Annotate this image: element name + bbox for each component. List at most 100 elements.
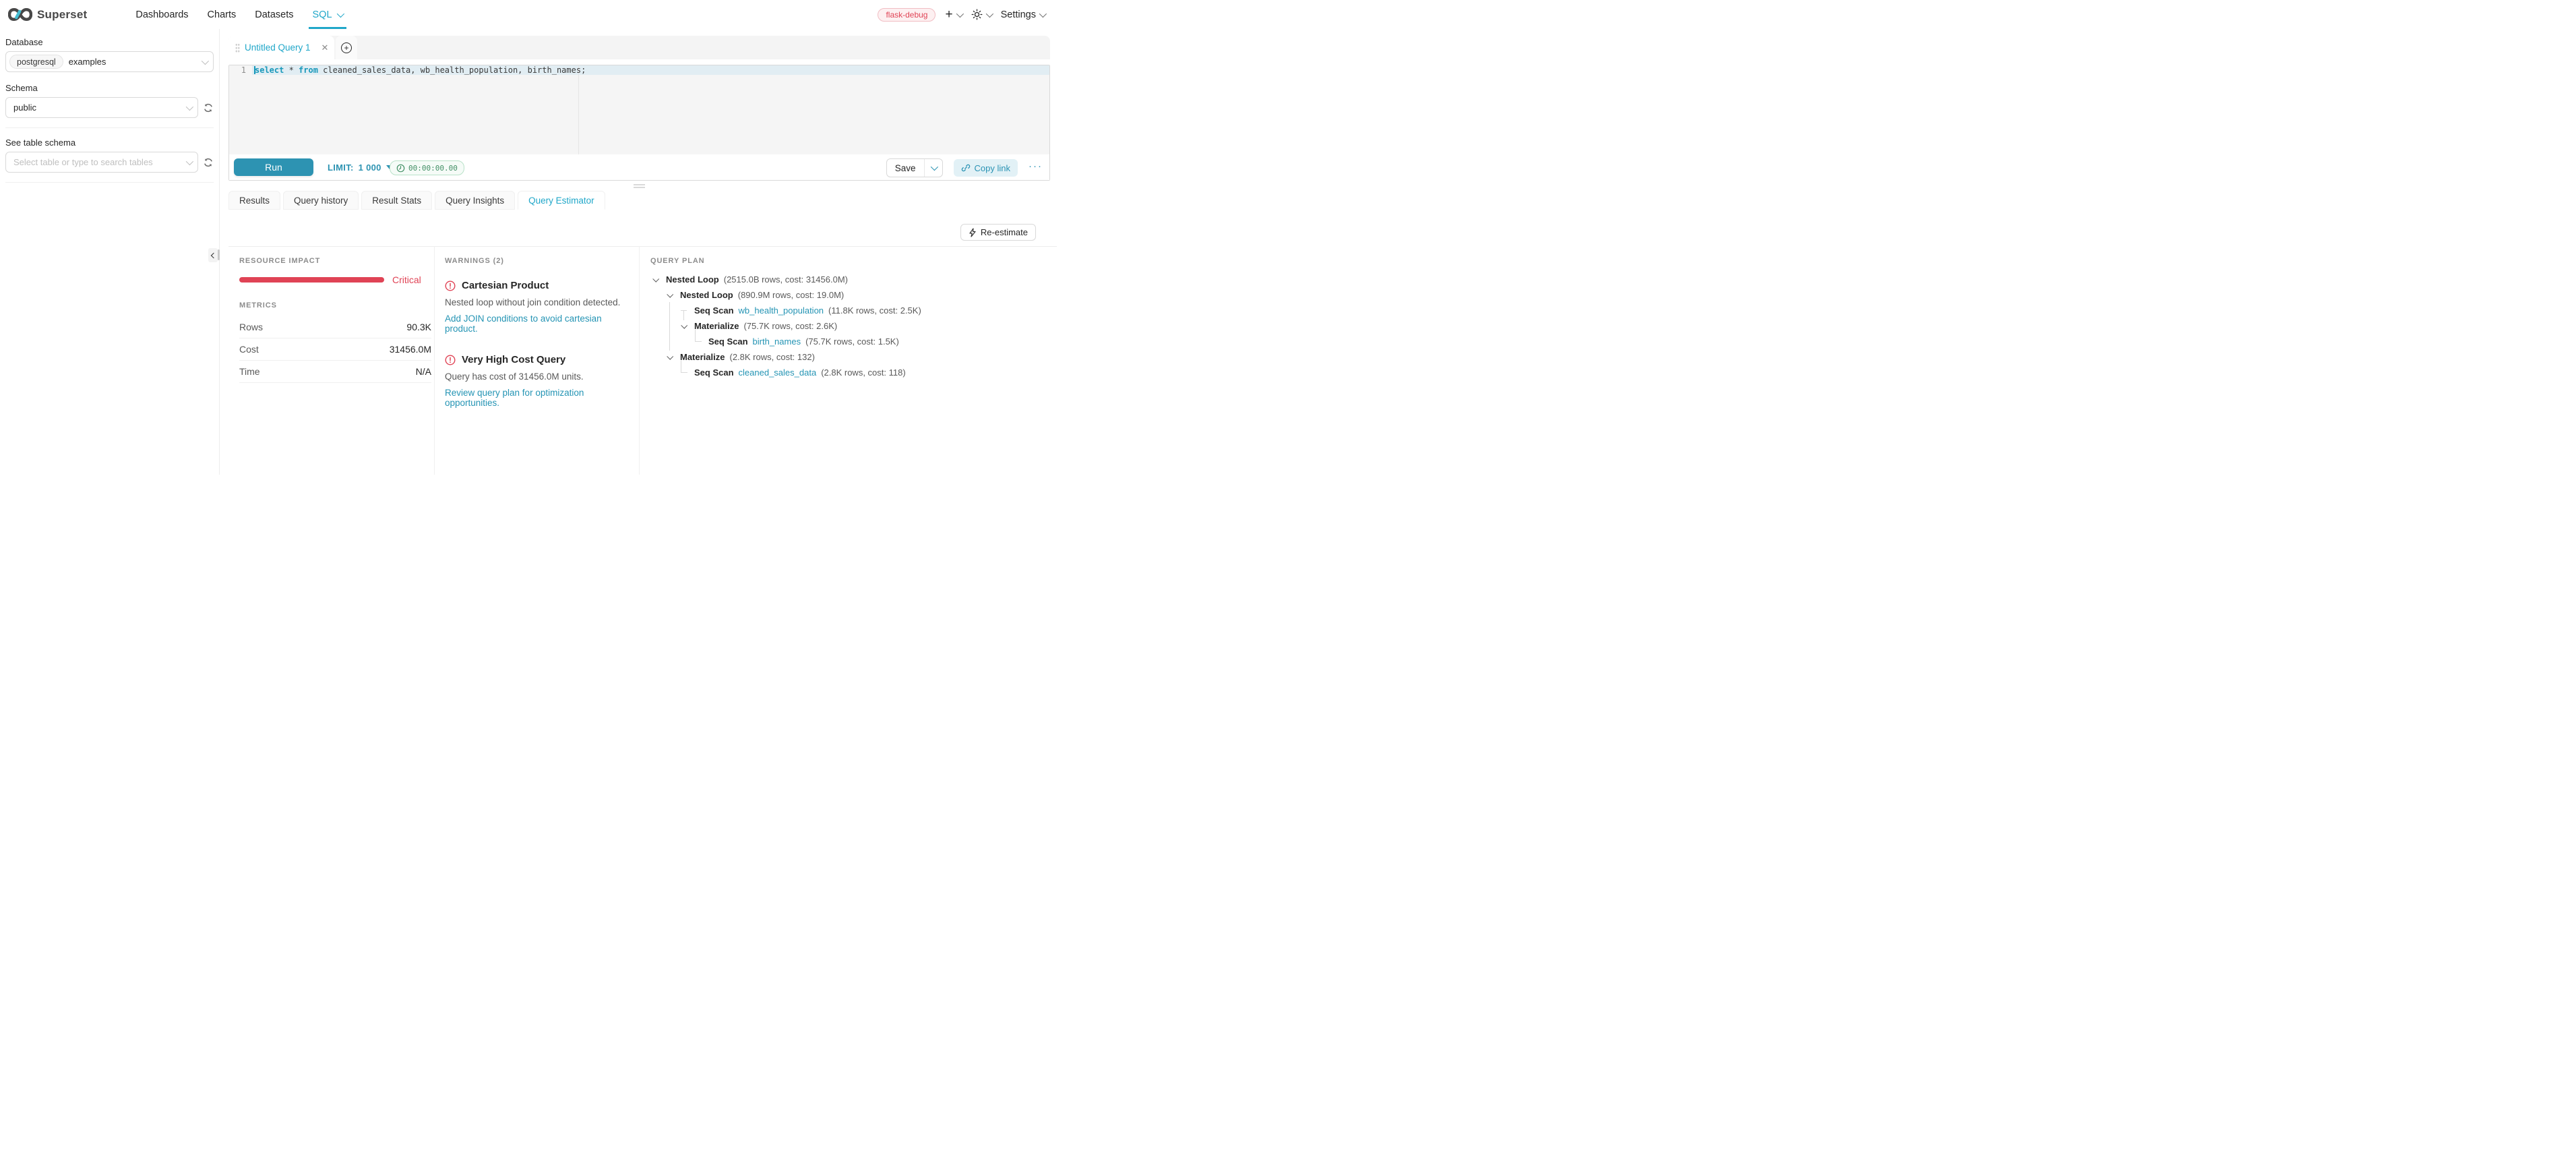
- nav-item-dashboards[interactable]: Dashboards: [126, 0, 197, 29]
- database-select[interactable]: postgresql examples: [5, 51, 214, 72]
- schema-select-value: public: [9, 102, 36, 113]
- plan-node: Seq Scan birth_names (75.7K rows, cost: …: [650, 334, 1057, 349]
- metric-label: Time: [239, 366, 260, 377]
- warning-icon: [445, 355, 456, 365]
- query-plan-heading: QUERY PLAN: [650, 257, 1057, 265]
- plan-table-link[interactable]: cleaned_sales_data: [739, 367, 817, 378]
- tab-query-history[interactable]: Query history: [283, 191, 359, 210]
- tree-connector-icon: [679, 305, 689, 316]
- chevron-down-icon: [1039, 9, 1047, 17]
- refresh-schemas-icon[interactable]: [203, 102, 214, 113]
- limit-value: 1 000: [359, 162, 381, 173]
- refresh-tables-icon[interactable]: [203, 157, 214, 168]
- metric-value: 90.3K: [406, 322, 431, 332]
- chevron-down-icon[interactable]: [650, 274, 661, 285]
- plan-meta: (890.9M rows, cost: 19.0M): [738, 290, 845, 300]
- resource-impact-heading: RESOURCE IMPACT: [239, 257, 431, 265]
- plan-meta: (2.8K rows, cost: 132): [729, 352, 814, 362]
- chevron-down-icon: [186, 102, 193, 110]
- chevron-down-icon[interactable]: [665, 290, 675, 300]
- save-button[interactable]: Save: [887, 159, 925, 177]
- drag-handle-icon[interactable]: [235, 43, 240, 53]
- query-tabstrip: Untitled Query 1 ✕ +: [228, 36, 1050, 59]
- query-estimator-panel: Re-estimate RESOURCE IMPACT Critical MET…: [220, 210, 1057, 475]
- plan-meta: (75.7K rows, cost: 1.5K): [805, 336, 899, 347]
- save-split-button[interactable]: Save: [886, 158, 943, 177]
- chevron-down-icon[interactable]: [679, 321, 689, 331]
- plan-operation: Nested Loop: [680, 290, 733, 300]
- navbar-right: flask-debug + Settings: [878, 8, 1057, 22]
- clock-icon: [396, 164, 405, 173]
- chevron-down-icon[interactable]: [665, 352, 675, 362]
- impact-level-label: Critical: [392, 274, 421, 285]
- pane-resize-handle[interactable]: [634, 184, 645, 189]
- warning-suggestion-link[interactable]: Review query plan for optimization oppor…: [445, 388, 630, 408]
- limit-label: LIMIT:: [328, 162, 354, 173]
- query-timer: 00:00:00.00: [390, 160, 464, 175]
- plan-operation: Seq Scan: [694, 367, 734, 378]
- plan-meta: (11.8K rows, cost: 2.5K): [828, 305, 921, 316]
- new-item-button[interactable]: +: [945, 8, 961, 21]
- chevron-down-icon: [202, 57, 209, 64]
- theme-toggle-button[interactable]: [971, 9, 991, 20]
- table-schema-label: See table schema: [5, 138, 214, 148]
- tab-query-estimator[interactable]: Query Estimator: [518, 191, 605, 210]
- close-icon[interactable]: ✕: [321, 43, 329, 52]
- reestimate-button[interactable]: Re-estimate: [960, 224, 1036, 241]
- line-number-gutter: 1: [229, 65, 252, 154]
- sidebar-divider: [5, 182, 214, 183]
- warning-suggestion-link[interactable]: Add JOIN conditions to avoid cartesian p…: [445, 314, 630, 334]
- schema-select[interactable]: public: [5, 97, 198, 118]
- database-label: Database: [5, 37, 214, 47]
- warning-description: Nested loop without join condition detec…: [445, 297, 630, 307]
- metric-value: 31456.0M: [390, 344, 431, 355]
- settings-menu[interactable]: Settings: [1001, 9, 1045, 20]
- save-options-button[interactable]: [925, 159, 942, 177]
- plan-operation: Seq Scan: [694, 305, 734, 316]
- resource-impact-column: RESOURCE IMPACT Critical METRICS Rows 90…: [239, 246, 431, 475]
- limit-dropdown[interactable]: LIMIT: 1 000: [328, 154, 393, 180]
- editor-toolbar: Run LIMIT: 1 000 00:00:00.00 Save: [229, 154, 1049, 180]
- tab-results[interactable]: Results: [228, 191, 280, 210]
- metric-row: Cost 31456.0M: [239, 338, 431, 361]
- plan-table-link[interactable]: birth_names: [753, 336, 801, 347]
- chevron-down-icon: [336, 9, 344, 17]
- query-tab[interactable]: Untitled Query 1 ✕: [228, 36, 334, 59]
- copy-link-label: Copy link: [975, 163, 1010, 173]
- environment-badge: flask-debug: [878, 8, 936, 22]
- tab-query-insights[interactable]: Query Insights: [435, 191, 515, 210]
- plan-meta: (2515.0B rows, cost: 31456.0M): [724, 274, 848, 285]
- add-query-tab-button[interactable]: +: [336, 36, 357, 59]
- sql-editor[interactable]: 1 select * from cleaned_sales_data, wb_h…: [229, 65, 1049, 155]
- collapse-drag-bar[interactable]: [218, 249, 220, 260]
- warning-title: Cartesian Product: [462, 280, 549, 291]
- metric-row: Time N/A: [239, 361, 431, 383]
- plan-table-link[interactable]: wb_health_population: [739, 305, 824, 316]
- nav-item-charts[interactable]: Charts: [198, 0, 246, 29]
- sqllab-sidebar: Database postgresql examples Schema publ…: [0, 29, 220, 475]
- nav-item-datasets[interactable]: Datasets: [245, 0, 303, 29]
- run-button[interactable]: Run: [234, 158, 313, 176]
- plan-node: Seq Scan cleaned_sales_data (2.8K rows, …: [650, 365, 1057, 380]
- copy-link-button[interactable]: Copy link: [954, 159, 1018, 177]
- nav-item-sql[interactable]: SQL: [303, 0, 352, 29]
- table-select[interactable]: Select table or type to search tables: [5, 152, 198, 173]
- chevron-down-icon: [186, 157, 193, 165]
- collapse-sidebar-button[interactable]: [208, 248, 218, 262]
- more-options-button[interactable]: ···: [1029, 161, 1043, 175]
- toolbar-right: Save Copy link ···: [886, 158, 1043, 177]
- sql-keyword: from: [299, 65, 318, 75]
- plan-node: Materialize (2.8K rows, cost: 132): [650, 349, 1057, 365]
- lightning-icon: [969, 228, 977, 237]
- tree-connector-icon: [693, 336, 703, 347]
- plan-node: Nested Loop (2515.0B rows, cost: 31456.0…: [650, 272, 1057, 287]
- nav-item-sql-label: SQL: [313, 9, 332, 20]
- nav-menu: Dashboards Charts Datasets SQL: [126, 0, 351, 29]
- superset-brand[interactable]: Superset: [8, 7, 87, 22]
- database-engine-tag: postgresql: [9, 55, 63, 69]
- chevron-down-icon: [956, 9, 963, 17]
- chevron-down-icon: [930, 163, 938, 171]
- navbar: Superset Dashboards Charts Datasets SQL …: [0, 0, 1057, 29]
- tab-result-stats[interactable]: Result Stats: [361, 191, 432, 210]
- warning-description: Query has cost of 31456.0M units.: [445, 372, 630, 382]
